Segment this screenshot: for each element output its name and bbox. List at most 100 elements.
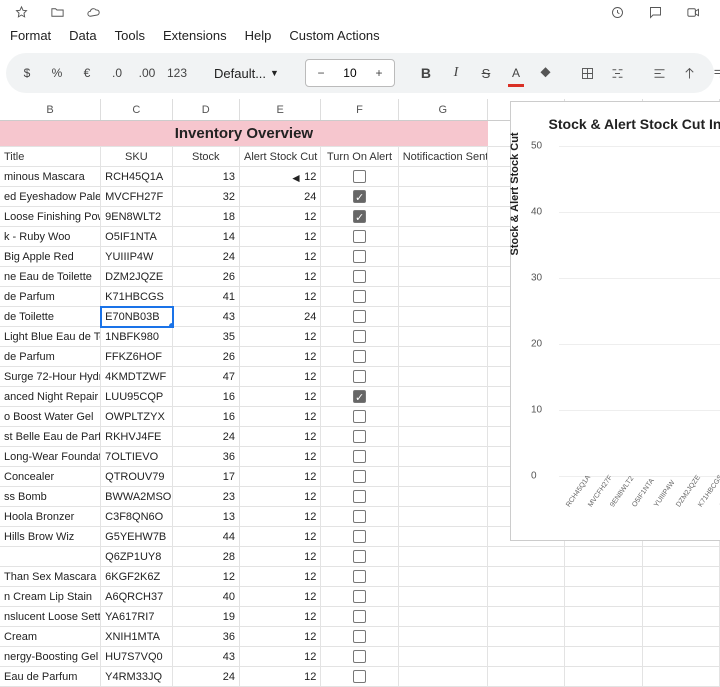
cell-sku[interactable]: MVCFH27F [101, 187, 172, 207]
alert-checkbox[interactable] [353, 630, 366, 643]
cell-sku[interactable]: Q6ZP1UY8 [101, 547, 172, 567]
bold-btn[interactable]: B [415, 60, 437, 86]
cell-sku[interactable]: 1NBFK980 [101, 327, 172, 347]
cell-sku[interactable]: G5YEHW7B [101, 527, 172, 547]
col-header-E[interactable]: E [240, 99, 321, 120]
alert-checkbox[interactable] [353, 170, 366, 183]
menu-extensions[interactable]: Extensions [163, 28, 227, 43]
alert-checkbox[interactable] [353, 610, 366, 623]
sheet-area: BCDEFGHIJ Inventory OverviewTitleSKUStoc… [0, 99, 720, 687]
cloud-icon[interactable] [82, 0, 104, 25]
comment-icon[interactable] [644, 0, 666, 25]
borders-btn[interactable] [577, 60, 599, 86]
column-header[interactable]: Notificaction Sent [399, 147, 488, 167]
alert-checkbox[interactable] [353, 650, 366, 663]
cell-sku[interactable]: FFKZ6HOF [101, 347, 172, 367]
alert-checkbox[interactable] [353, 490, 366, 503]
euro-btn[interactable]: € [76, 60, 98, 86]
cell-sku[interactable]: HU7S7VQ0 [101, 647, 172, 667]
star-icon[interactable] [10, 0, 32, 25]
alert-checkbox[interactable] [353, 250, 366, 263]
col-header-B[interactable]: B [0, 99, 101, 120]
num-format-btn[interactable]: 123 [166, 60, 188, 86]
font-size-input[interactable] [338, 66, 362, 80]
cell-sku[interactable]: DZM2JQZE [101, 267, 172, 287]
col-header-C[interactable]: C [101, 99, 172, 120]
cell-sku[interactable]: C3F8QN6O [101, 507, 172, 527]
alert-checkbox[interactable] [353, 550, 366, 563]
percent-btn[interactable]: % [46, 60, 68, 86]
alert-checkbox[interactable] [353, 350, 366, 363]
strike-btn[interactable]: S [475, 60, 497, 86]
cell-sku[interactable]: RCH45Q1A [101, 167, 172, 187]
fill-color-btn[interactable] [535, 60, 557, 86]
text-color-btn[interactable]: A [505, 60, 527, 86]
cell-sku[interactable]: BWWA2MSO [101, 487, 172, 507]
cell-sku[interactable]: 4KMDTZWF [101, 367, 172, 387]
font-select[interactable]: Default... ▼ [208, 66, 285, 81]
meet-icon[interactable] [682, 0, 704, 25]
size-dec-btn[interactable]: − [310, 60, 332, 86]
alert-checkbox[interactable] [353, 190, 366, 203]
currency-btn[interactable]: $ [16, 60, 38, 86]
cell-sku[interactable]: 9EN8WLT2 [101, 207, 172, 227]
cell-sku[interactable]: LUU95CQP [101, 387, 172, 407]
alert-checkbox[interactable] [353, 290, 366, 303]
column-header[interactable]: Title [0, 147, 101, 167]
cell-sku[interactable]: E70NB03B [101, 307, 172, 327]
alert-checkbox[interactable] [353, 470, 366, 483]
cell-sku[interactable]: XNIH1MTA [101, 627, 172, 647]
menu-format[interactable]: Format [10, 28, 51, 43]
chart-panel[interactable]: Stock & Alert Stock Cut In Stock & Alert… [510, 101, 720, 541]
cell-sku[interactable]: YA617RI7 [101, 607, 172, 627]
alert-checkbox[interactable] [353, 430, 366, 443]
alert-checkbox[interactable] [353, 670, 366, 683]
dec-dec-btn[interactable]: .0 [106, 60, 128, 86]
cell-sku[interactable]: YUIIIP4W [101, 247, 172, 267]
alert-checkbox[interactable] [353, 330, 366, 343]
dec-inc-btn[interactable]: .00 [136, 60, 158, 86]
column-header[interactable]: Stock [173, 147, 240, 167]
chart-ylabel: Stock & Alert Stock Cut [509, 132, 521, 255]
font-size[interactable]: − + [305, 59, 395, 87]
cell-sku[interactable]: RKHVJ4FE [101, 427, 172, 447]
cell-sku[interactable]: K71HBCGS [101, 287, 172, 307]
column-header[interactable]: Turn On Alert [321, 147, 398, 167]
col-header-D[interactable]: D [173, 99, 240, 120]
italic-btn[interactable]: I [445, 60, 467, 86]
size-inc-btn[interactable]: + [368, 60, 390, 86]
alert-checkbox[interactable] [353, 310, 366, 323]
alert-checkbox[interactable] [353, 590, 366, 603]
alert-checkbox[interactable] [353, 210, 366, 223]
history-icon[interactable] [606, 0, 628, 25]
cell-sku[interactable]: 7OLTIEVO [101, 447, 172, 467]
cell-sku[interactable]: 6KGF2K6Z [101, 567, 172, 587]
col-header-F[interactable]: F [321, 99, 398, 120]
menu-help[interactable]: Help [245, 28, 272, 43]
halign-btn[interactable] [649, 60, 671, 86]
cell-sku[interactable]: A6QRCH37 [101, 587, 172, 607]
alert-checkbox[interactable] [353, 270, 366, 283]
valign-btn[interactable] [679, 60, 701, 86]
alert-checkbox[interactable] [353, 390, 366, 403]
alert-checkbox[interactable] [353, 450, 366, 463]
menu-tools[interactable]: Tools [115, 28, 145, 43]
menu-data[interactable]: Data [69, 28, 96, 43]
alert-checkbox[interactable] [353, 510, 366, 523]
alert-checkbox[interactable] [353, 570, 366, 583]
alert-checkbox[interactable] [353, 230, 366, 243]
merge-btn[interactable] [607, 60, 629, 86]
wrap-btn[interactable] [709, 60, 720, 86]
cell-sku[interactable]: Y4RM33JQ [101, 667, 172, 687]
column-header[interactable]: SKU [101, 147, 172, 167]
alert-checkbox[interactable] [353, 410, 366, 423]
menu-custom-actions[interactable]: Custom Actions [289, 28, 379, 43]
cell-sku[interactable]: O5IF1NTA [101, 227, 172, 247]
cell-sku[interactable]: OWPLTZYX [101, 407, 172, 427]
alert-checkbox[interactable] [353, 370, 366, 383]
cell-sku[interactable]: QTROUV79 [101, 467, 172, 487]
col-header-G[interactable]: G [399, 99, 488, 120]
alert-checkbox[interactable] [353, 530, 366, 543]
column-header[interactable]: Alert Stock Cut [240, 147, 321, 167]
folder-move-icon[interactable] [46, 0, 68, 25]
